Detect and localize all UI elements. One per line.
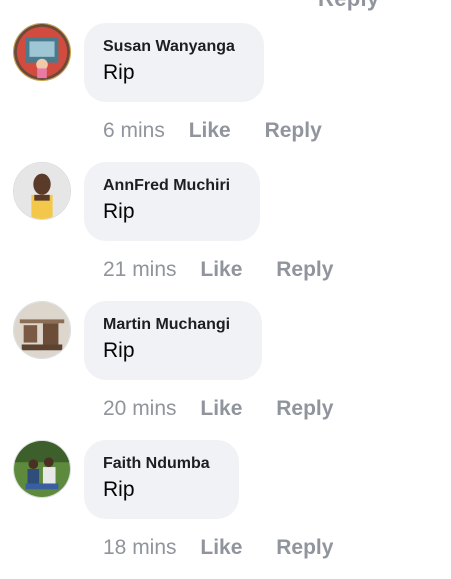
- avatar[interactable]: [13, 23, 71, 81]
- comment-actions: 18 mins Like Reply: [103, 534, 333, 562]
- comment-author[interactable]: Faith Ndumba: [103, 454, 219, 474]
- comment-text: Rip: [103, 200, 135, 223]
- comment-item: AnnFred Muchiri Rip 21 mins Like Reply: [0, 162, 451, 301]
- comment-item: Susan Wanyanga Rip 6 mins Like Reply: [0, 23, 451, 162]
- avatar[interactable]: [13, 440, 71, 498]
- user-photo-avatar-icon: [14, 302, 70, 358]
- comment-author[interactable]: Susan Wanyanga: [103, 37, 244, 57]
- avatar[interactable]: [13, 162, 71, 220]
- comment-actions: 20 mins Like Reply: [103, 395, 333, 423]
- comment-author[interactable]: AnnFred Muchiri: [103, 176, 240, 196]
- comment-timestamp[interactable]: 6 mins: [103, 117, 165, 145]
- user-photo-avatar-icon: [14, 163, 70, 219]
- comment-text: Rip: [103, 478, 135, 501]
- comment-bubble: Susan Wanyanga Rip: [84, 23, 264, 102]
- comment-actions: 21 mins Like Reply: [103, 256, 333, 284]
- comment-timestamp[interactable]: 20 mins: [103, 395, 177, 423]
- comment-actions: 6 mins Like Reply: [103, 117, 322, 145]
- avatar[interactable]: [13, 301, 71, 359]
- reply-button[interactable]: Reply: [276, 395, 333, 423]
- comment-timestamp[interactable]: 18 mins: [103, 534, 177, 562]
- previous-reply-link[interactable]: Reply: [318, 0, 379, 12]
- comment-timestamp[interactable]: 21 mins: [103, 256, 177, 284]
- like-button[interactable]: Like: [200, 256, 242, 284]
- user-photo-avatar-icon: [14, 441, 70, 497]
- like-button[interactable]: Like: [200, 395, 242, 423]
- comment-author[interactable]: Martin Muchangi: [103, 315, 242, 335]
- comment-item: Martin Muchangi Rip 20 mins Like Reply: [0, 301, 451, 440]
- reply-button[interactable]: Reply: [265, 117, 322, 145]
- like-button[interactable]: Like: [189, 117, 231, 145]
- reply-button[interactable]: Reply: [276, 534, 333, 562]
- comment-bubble: AnnFred Muchiri Rip: [84, 162, 260, 241]
- comment-item: Faith Ndumba Rip 18 mins Like Reply: [0, 440, 451, 579]
- comment-text: Rip: [103, 339, 135, 362]
- reply-button[interactable]: Reply: [276, 256, 333, 284]
- comment-bubble: Martin Muchangi Rip: [84, 301, 262, 380]
- comment-text: Rip: [103, 61, 135, 84]
- like-button[interactable]: Like: [200, 534, 242, 562]
- user-photo-avatar-icon: [14, 24, 70, 80]
- comment-bubble: Faith Ndumba Rip: [84, 440, 239, 519]
